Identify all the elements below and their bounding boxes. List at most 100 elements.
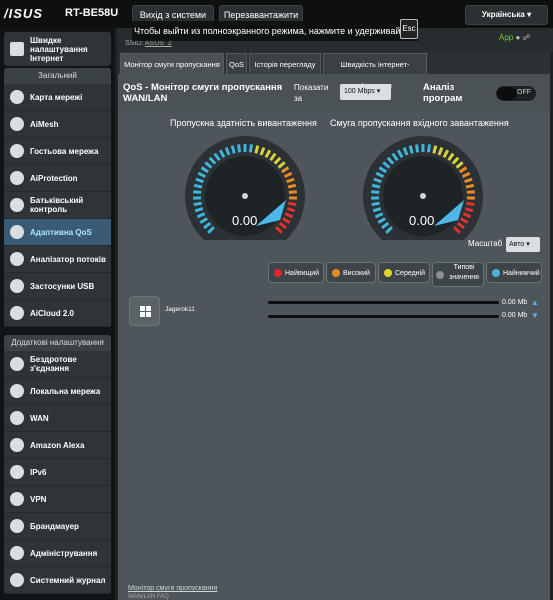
sidebar-item[interactable]: Батьківський контроль	[4, 192, 111, 219]
upload-rate-bar	[268, 301, 499, 304]
scale-select[interactable]: Авто ▾	[506, 237, 540, 252]
globe-icon	[10, 411, 24, 425]
chevron-down-icon: ▾	[376, 88, 381, 95]
gauge-tick	[426, 144, 431, 153]
show-by-select[interactable]: 100 Mbps ▾	[340, 84, 391, 100]
ssid-label: SSID:	[125, 40, 144, 47]
footer-link[interactable]: Монітор смуги пропускання	[128, 585, 217, 592]
gauge-tick	[248, 144, 253, 153]
sidebar-item[interactable]: IPv6	[4, 459, 111, 486]
sidebar-item[interactable]: WAN	[4, 405, 111, 432]
sidebar-item[interactable]: Системний журнал	[4, 567, 111, 594]
guest-network-icon	[10, 144, 24, 158]
wand-icon	[10, 42, 24, 56]
quick-setup-button[interactable]: Швидке налаштування Інтернет	[4, 32, 111, 66]
tab-speed-test[interactable]: Швидкість інтернет-з'єднання	[323, 53, 427, 90]
windows-logo-icon	[140, 306, 151, 317]
sidebar-item[interactable]: Брандмауер	[4, 513, 111, 540]
sidebar-item[interactable]: Застосунки USB	[4, 273, 111, 300]
gauge-tick	[408, 145, 414, 154]
legend-high-label: Високий	[343, 270, 370, 277]
sidebar-item-label: VPN	[30, 494, 47, 504]
upload-gauge-title: Пропускна здатність вивантаження	[170, 118, 317, 128]
legend-high: Високий	[326, 262, 376, 283]
sidebar-item[interactable]: AiMesh	[4, 111, 111, 138]
toggle-knob	[497, 87, 517, 100]
download-gauge-title: Смуга пропускання вхідного завантаження	[330, 118, 509, 128]
esc-key-hint: Esc	[400, 19, 418, 39]
firewall-icon	[10, 519, 24, 533]
main-content: Монітор смуги пропускання QoS Історія пе…	[118, 52, 550, 600]
sidebar-item[interactable]: Карта мережі	[4, 84, 111, 111]
legend-lowest-label: Найнижчий	[503, 270, 540, 277]
legend-default-label: Типові значення	[449, 264, 479, 281]
tab-web-history[interactable]: Історія перегляду	[249, 53, 321, 74]
sidebar-item-label: Карта мережі	[30, 92, 83, 102]
sidebar-item-label: IPv6	[30, 467, 47, 477]
app-analysis-toggle[interactable]: OFF	[495, 85, 537, 102]
windows-device-icon[interactable]	[129, 296, 160, 326]
page-title: QoS - Монітор смуги пропускання WAN/LAN	[123, 82, 283, 104]
tab-bandwidth-monitor[interactable]: Монітор смуги пропускання	[120, 53, 224, 74]
sidebar-item-label: Адміністрування	[30, 548, 98, 558]
gauge-tick	[371, 201, 380, 207]
scale-label: Масштаб	[468, 239, 503, 248]
sidebar-item[interactable]: Адаптивна QoS	[4, 219, 111, 246]
legend-dot-icon	[384, 269, 392, 277]
sidebar-item-label: Застосунки USB	[30, 281, 95, 291]
ssid-value[interactable]: ASUS_2	[145, 40, 172, 47]
toggle-state: OFF	[517, 89, 531, 96]
download-value: 0.00	[409, 213, 435, 228]
gauge-tick	[371, 183, 381, 189]
qos-gauge-icon	[10, 225, 24, 239]
app-analysis-label: Аналіз програм	[423, 82, 463, 104]
general-group-title: Загальний	[4, 68, 111, 84]
sidebar-item[interactable]: VPN	[4, 486, 111, 513]
legend-dot-icon	[332, 269, 340, 277]
footer-faq[interactable]: WAN/LAN FAQ	[128, 594, 169, 600]
arrow-down-icon: ▼	[531, 311, 539, 320]
sidebar-item-label: Батьківський контроль	[30, 196, 84, 214]
sidebar-item-label: Гостьова мережа	[30, 146, 99, 156]
chevron-down-icon: ▾	[526, 241, 530, 248]
sidebar-item[interactable]: Локальна мережа	[4, 378, 111, 405]
language-select[interactable]: Українська ▾	[465, 5, 548, 25]
sidebar-item[interactable]: Amazon Alexa	[4, 432, 111, 459]
gauge-tick	[432, 145, 438, 154]
scale-value: Авто	[509, 241, 525, 248]
language-label: Українська	[481, 10, 525, 19]
gauge-tick	[254, 145, 260, 154]
sidebar-item-label: AiProtection	[30, 173, 78, 183]
sidebar-item-label: Amazon Alexa	[30, 440, 85, 450]
sidebar-item-label: Адаптивна QoS	[30, 227, 92, 237]
quick-setup-label: Швидке налаштування Інтернет	[30, 35, 88, 63]
sidebar-item-label: AiCloud 2.0	[30, 308, 75, 318]
alexa-icon	[10, 438, 24, 452]
show-by-label: Показати за	[294, 83, 329, 103]
asus-logo: /ISUS	[4, 6, 43, 21]
sidebar-item[interactable]: Гостьова мережа	[4, 138, 111, 165]
gauge-tick	[465, 183, 475, 189]
sidebar-item[interactable]: Аналізатор потоків	[4, 246, 111, 273]
user-icon: ●	[515, 33, 521, 42]
sidebar-item[interactable]: AiCloud 2.0	[4, 300, 111, 327]
tab-qos[interactable]: QoS	[226, 53, 247, 74]
gauge-tick	[288, 190, 297, 194]
sidebar-item-label: Системний журнал	[30, 575, 106, 585]
app-label: App	[499, 33, 514, 42]
sidebar-item[interactable]: Бездротове з'єднання	[4, 351, 111, 378]
shield-icon	[10, 171, 24, 185]
sidebar-item[interactable]: Адміністрування	[4, 540, 111, 567]
arrow-up-icon: ▲	[531, 298, 539, 307]
sidebar-item[interactable]: AiProtection	[4, 165, 111, 192]
lan-icon	[10, 384, 24, 398]
app-indicator[interactable]: App ● ☍	[499, 33, 531, 42]
download-gauge-hub	[420, 193, 426, 199]
aimesh-icon	[10, 117, 24, 131]
network-map-icon	[10, 90, 24, 104]
gauge-tick	[230, 145, 236, 154]
device-name: Jagerok11	[165, 306, 195, 313]
usb-icon	[10, 279, 24, 293]
gauge-tick	[193, 190, 202, 194]
gauge-tick	[193, 201, 202, 207]
